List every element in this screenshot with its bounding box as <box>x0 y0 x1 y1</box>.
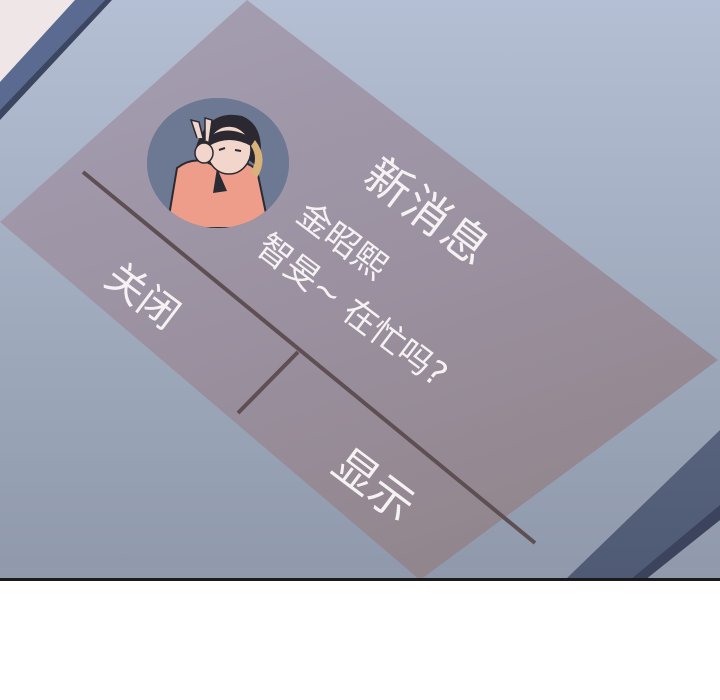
contact-avatar <box>147 98 289 228</box>
button-divider <box>236 350 300 415</box>
panel-border <box>0 578 720 581</box>
comic-panel: 新消息 金昭熙 智旻~ 在忙吗? 关闭 显示 <box>0 0 720 580</box>
avatar-portrait-icon <box>147 98 289 228</box>
